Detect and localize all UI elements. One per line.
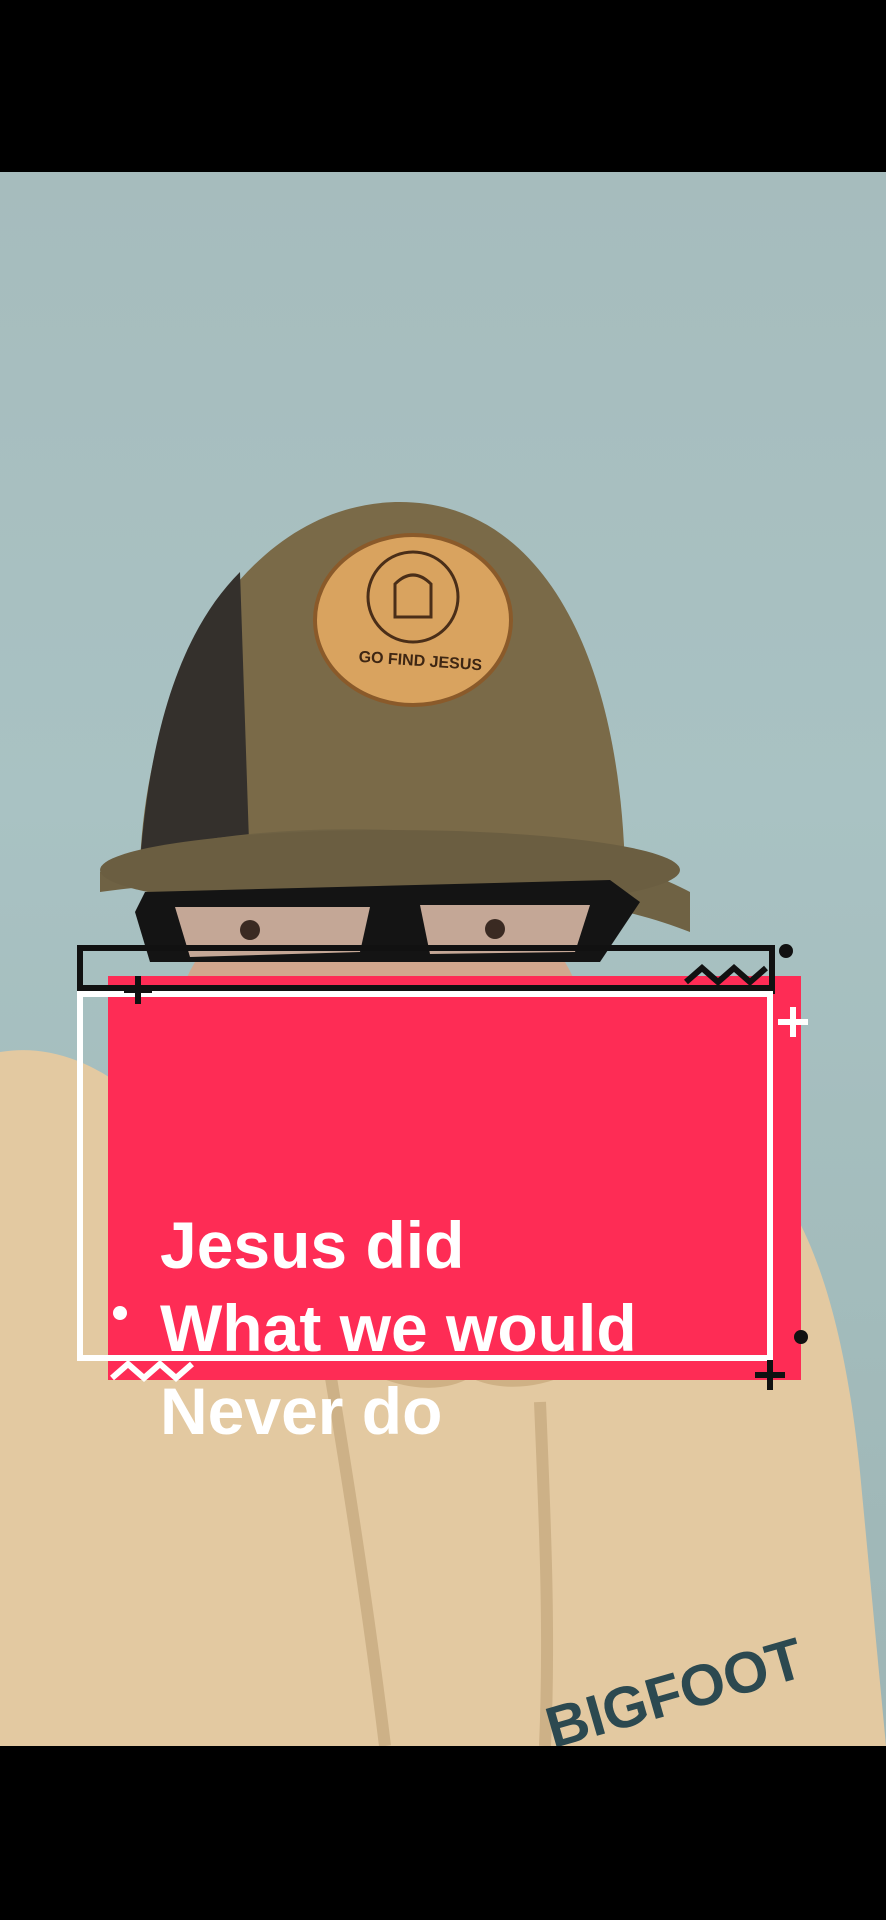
dot-icon [794,1330,808,1344]
caption-line-1: Jesus did [160,1208,465,1282]
caption-line-2: What we would [160,1291,637,1365]
caption-text: Jesus did What we would Never do [160,1204,637,1453]
caption-sticker [77,944,808,1390]
dot-icon [113,1306,127,1320]
dot-icon [779,944,793,958]
bottom-letterbox [0,1746,886,1920]
caption-line-3: Never do [160,1374,443,1448]
top-letterbox [0,0,886,172]
video-frame[interactable]: GO FIND JESUS BIGFOOT Jesus did What we … [0,172,886,1746]
